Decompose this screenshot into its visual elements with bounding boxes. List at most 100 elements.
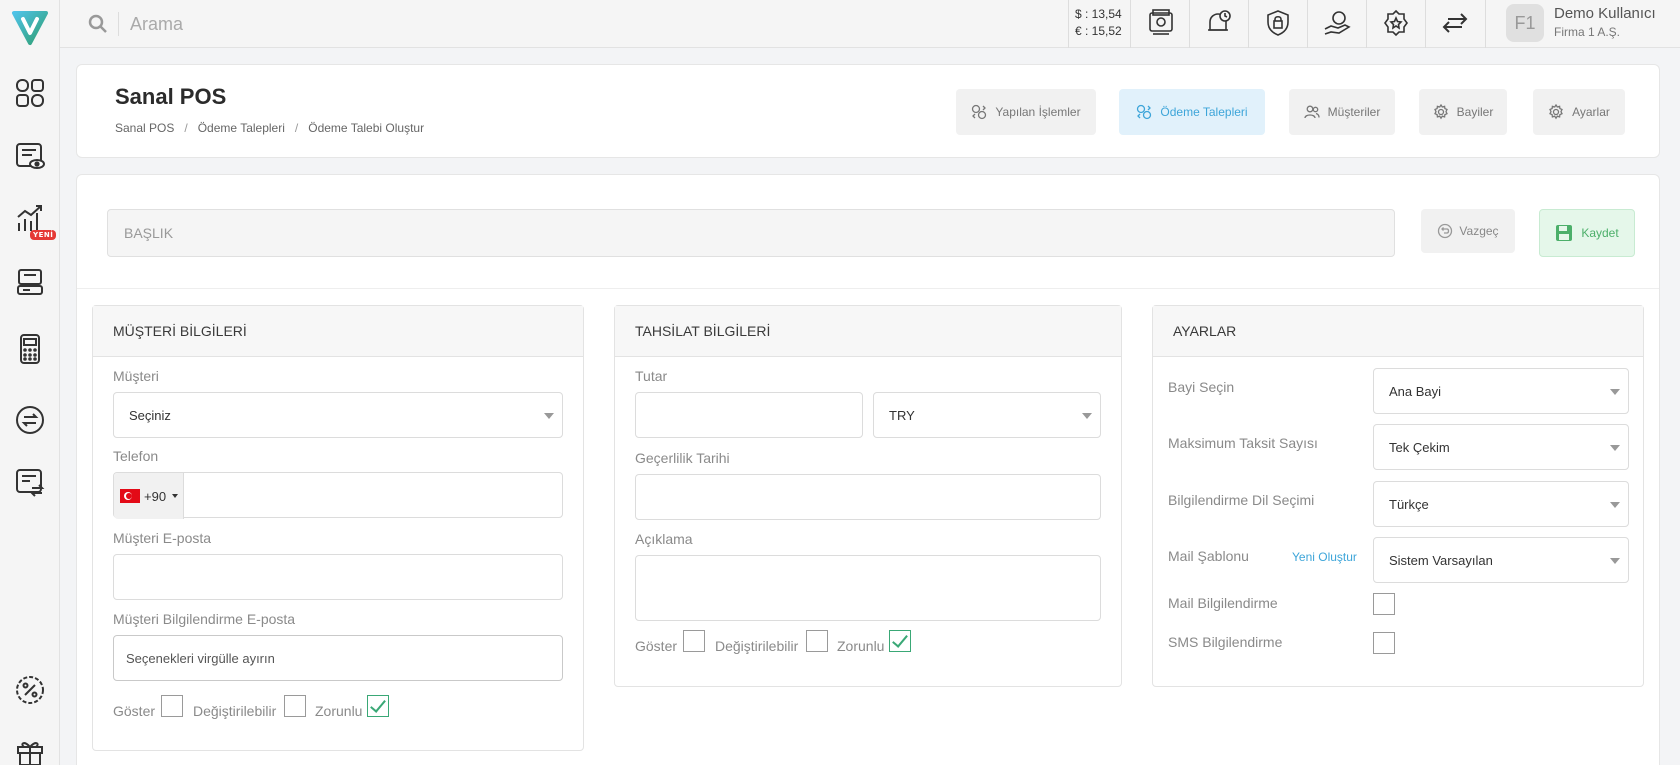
sms-notify-checkbox[interactable] [1373,632,1395,654]
page-title: Sanal POS [115,84,227,109]
user-company: Firma 1 A.Ş. [1554,25,1621,39]
breadcrumb-item[interactable]: Sanal POS [115,121,174,135]
template-select-value: Sistem Varsayılan [1389,552,1493,568]
transactions-label: Yapılan İşlemler [995,105,1081,119]
transfer-list-icon[interactable] [13,465,47,499]
required-label: Zorunlu [837,638,885,654]
discount-icon[interactable] [13,673,47,707]
validity-label: Geçerlilik Tarihi [635,450,730,466]
divider [1130,0,1131,48]
divider [1307,0,1308,48]
validity-date-field[interactable] [635,474,1101,520]
mail-notify-label: Mail Bilgilendirme [1168,595,1278,611]
chevron-down-icon [1610,502,1620,508]
mail-notify-checkbox[interactable] [1373,593,1395,615]
award-star-icon[interactable] [1379,6,1413,40]
topbar: $ : 13,54 € : 15,52 F1 Demo Kullanıcı Fi… [60,0,1680,48]
divider [1425,0,1426,48]
search-icon [88,14,107,33]
pos-machine-icon[interactable] [1144,6,1178,40]
usd-rate: $ : 13,54 [1075,7,1122,21]
calculator-icon[interactable] [13,332,47,366]
exchange-rates: $ : 13,54 € : 15,52 [1075,6,1122,40]
currency-select-value: TRY [889,407,915,423]
customers-label: Müşteriler [1327,105,1381,119]
required-checkbox[interactable] [367,695,389,717]
swap-arrows-icon[interactable] [1438,6,1472,40]
payment-requests-button[interactable]: Ödeme Talepleri [1119,89,1265,135]
installment-label: Maksimum Taksit Sayısı [1168,435,1318,451]
app-logo[interactable] [8,8,52,48]
security-lock-icon[interactable] [1261,6,1295,40]
show-checkbox[interactable] [161,695,183,717]
eur-rate: € : 15,52 [1075,24,1122,38]
exchange-coins-icon [972,104,987,120]
breadcrumb-item: Ödeme Talebi Oluştur [308,121,425,135]
editable-checkbox[interactable] [284,695,306,717]
search-divider [118,12,119,36]
customer-panel-title: MÜŞTERİ BİLGİLERİ [93,306,583,357]
dealers-button[interactable]: Bayiler [1419,89,1507,135]
settings-button[interactable]: Ayarlar [1533,89,1625,135]
save-button[interactable]: Kaydet [1539,209,1635,257]
sms-notify-label: SMS Bilgilendirme [1168,634,1283,650]
user-name[interactable]: Demo Kullanıcı [1554,5,1656,22]
cancel-button[interactable]: Vazgeç [1421,209,1515,253]
divider [77,288,1659,289]
breadcrumb-separator: / [184,121,188,135]
turkey-flag-icon [120,489,140,503]
dealers-label: Bayiler [1456,105,1494,119]
breadcrumb-item[interactable]: Ödeme Talepleri [198,121,285,135]
divider [1189,0,1190,48]
template-select[interactable]: Sistem Varsayılan [1373,537,1629,583]
dealer-select[interactable]: Ana Bayi [1373,368,1629,414]
phone-field[interactable]: +90 [113,472,563,519]
page-header: Sanal POS Sanal POS / Ödeme Talepleri / … [76,64,1660,158]
title-input[interactable] [107,209,1395,257]
description-textarea[interactable] [635,555,1101,621]
customer-select[interactable]: Seçiniz [113,392,563,438]
currency-select[interactable]: TRY [873,392,1101,438]
settings-panel: AYARLAR Bayi Seçin Ana Bayi Maksimum Tak… [1152,305,1644,687]
notification-clock-icon[interactable] [1202,6,1236,40]
customers-button[interactable]: Müşteriler [1289,89,1395,135]
collection-panel-title: TAHSİLAT BİLGİLERİ [615,306,1121,357]
installment-select[interactable]: Tek Çekim [1373,424,1629,470]
dealer-select-value: Ana Bayi [1389,383,1442,399]
show-checkbox[interactable] [683,630,705,652]
country-code-select[interactable]: +90 [114,473,184,519]
pos-device-icon[interactable] [13,265,47,299]
chevron-down-icon [172,494,179,498]
notify-email-placeholder: Seçenekleri virgülle ayırın [126,650,275,666]
email-field[interactable] [113,554,563,600]
email-label: Müşteri E-posta [113,530,212,546]
transactions-button[interactable]: Yapılan İşlemler [956,89,1096,135]
new-template-link[interactable]: Yeni Oluştur [1292,550,1357,564]
avatar[interactable]: F1 [1506,4,1544,42]
payment-requests-label: Ödeme Talepleri [1160,105,1248,119]
undo-icon [1438,223,1453,239]
chevron-down-icon [1610,445,1620,451]
collection-panel: TAHSİLAT BİLGİLERİ Tutar TRY Geçerlilik … [614,305,1122,687]
amount-field[interactable] [635,392,863,438]
exchange-icon[interactable] [13,403,47,437]
language-select[interactable]: Türkçe [1373,481,1629,527]
installment-select-value: Tek Çekim [1389,439,1450,455]
required-label: Zorunlu [315,703,363,719]
notify-email-field[interactable]: Seçenekleri virgülle ayırın [113,635,563,681]
phone-label: Telefon [113,448,159,464]
list-view-icon[interactable] [13,139,47,173]
gift-icon[interactable] [13,735,47,765]
gear-icon [1433,104,1448,120]
editable-checkbox[interactable] [806,630,828,652]
required-checkbox[interactable] [889,630,911,652]
customer-select-value: Seçiniz [129,407,171,423]
customer-panel: MÜŞTERİ BİLGİLERİ Müşteri Seçiniz Telefo… [92,305,584,751]
search-input[interactable] [130,10,630,38]
new-badge: YENİ [30,230,57,240]
gear-icon [1549,104,1563,120]
dashboard-icon[interactable] [13,76,47,110]
hand-coin-icon[interactable] [1320,6,1354,40]
show-label: Göster [113,703,156,719]
chevron-down-icon [544,413,554,419]
